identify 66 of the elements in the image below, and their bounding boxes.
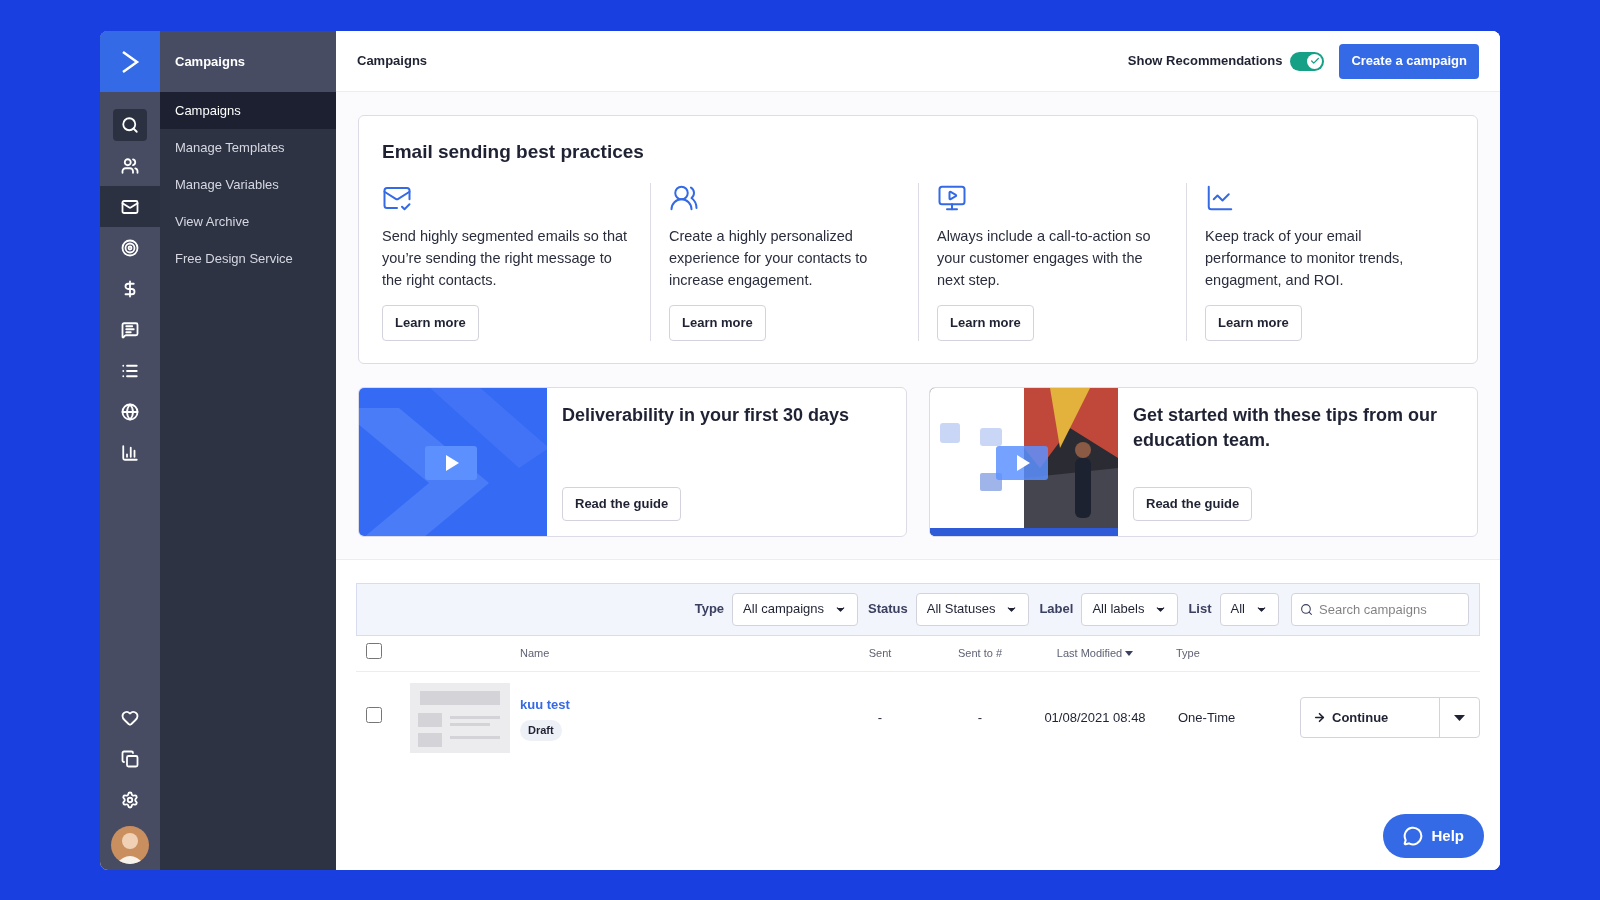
column-header[interactable]: Name xyxy=(520,644,830,662)
chevron-logo-icon xyxy=(120,49,140,74)
submenu-item[interactable]: View Archive xyxy=(160,203,336,240)
guide-title: Deliverability in your first 30 days xyxy=(562,403,850,427)
row-checkbox[interactable] xyxy=(366,706,382,723)
help-button[interactable]: Help xyxy=(1383,814,1484,858)
search-field[interactable]: Search campaigns xyxy=(1291,592,1469,626)
sent-cell-text: - xyxy=(876,708,884,727)
continue-button[interactable]: Continue xyxy=(1301,698,1439,737)
toggle-label: Show Recommendations xyxy=(1127,52,1283,71)
tip-text: Keep track of your email performance to monitor trends, engagment, and ROI. xyxy=(1205,226,1405,290)
learn-more-button[interactable]: Learn more xyxy=(1205,304,1302,341)
learn-more-button[interactable]: Learn more xyxy=(937,304,1034,341)
settings-icon xyxy=(121,790,139,809)
mail-icon xyxy=(121,197,139,216)
submenu-item[interactable]: Free Design Service xyxy=(160,240,336,277)
filter-dropdown[interactable]: All Statuses xyxy=(915,592,1030,626)
filter-label: Label xyxy=(1039,600,1074,619)
filter-label: Type xyxy=(694,600,725,619)
sort-caret-icon xyxy=(1125,650,1134,656)
caret-icon xyxy=(1454,714,1465,721)
avatar[interactable] xyxy=(111,826,149,864)
search-icon xyxy=(1300,602,1313,616)
submenu-title: Campaigns xyxy=(175,52,246,71)
guide-title: Get started with these tips from our education team. xyxy=(1133,403,1439,452)
type-cell-text: One-Time xyxy=(1177,708,1237,727)
status-badge: Draft xyxy=(520,720,562,741)
chat-icon xyxy=(121,320,139,339)
filter-label: Status xyxy=(868,600,908,619)
tip-text: Create a highly personalized experience for your contacts to increase engagement. xyxy=(669,226,869,290)
copy-icon xyxy=(121,749,139,768)
card-title: Email sending best practices xyxy=(382,140,645,164)
heart-icon xyxy=(121,708,139,727)
contacts-icon xyxy=(121,156,139,175)
recommendations-toggle[interactable] xyxy=(1290,51,1325,71)
submenu-item[interactable]: Manage Templates xyxy=(160,129,336,166)
campaign-link[interactable]: kuu test xyxy=(520,694,570,714)
learn-more-button[interactable]: Learn more xyxy=(382,304,479,341)
learn-more-button[interactable]: Learn more xyxy=(669,304,766,341)
column-header[interactable]: Last Modified xyxy=(1030,644,1160,662)
page-title: Campaigns xyxy=(357,52,428,71)
filter-dropdown[interactable]: All campaigns xyxy=(732,592,859,626)
filter-label: List xyxy=(1188,600,1212,619)
globe-icon xyxy=(121,402,139,421)
arrow-right-icon xyxy=(1313,711,1326,724)
submenu-item[interactable]: Campaigns xyxy=(160,92,336,129)
read-guide-button[interactable]: Read the guide xyxy=(1133,486,1253,521)
target-icon xyxy=(121,238,139,257)
column-header[interactable]: Sent xyxy=(830,644,930,662)
modified-cell-text: 01/08/2021 08:48 xyxy=(1043,708,1147,727)
filter-dropdown[interactable]: All xyxy=(1219,592,1279,626)
create-campaign-button[interactable]: Create a campaign xyxy=(1339,43,1479,79)
tip-text: Always include a call-to-action so your customer engages with the next step. xyxy=(937,226,1152,290)
column-header[interactable]: Type xyxy=(1160,644,1260,662)
submenu-item[interactable]: Manage Variables xyxy=(160,166,336,203)
read-guide-button[interactable]: Read the guide xyxy=(562,486,682,521)
select-all-checkbox[interactable] xyxy=(366,642,382,659)
chat-bubble-icon xyxy=(1403,826,1424,846)
bar-chart-icon xyxy=(121,443,139,462)
check-icon xyxy=(1309,56,1320,66)
search-icon xyxy=(121,115,139,134)
sent-to-cell-text: - xyxy=(976,708,984,727)
column-header[interactable]: Sent to # xyxy=(930,644,1030,662)
tip-text: Send highly segmented emails so that you’re sending the right message to the right contacts. xyxy=(382,226,629,290)
rail-button[interactable] xyxy=(100,186,160,227)
filter-dropdown[interactable]: All labels xyxy=(1081,592,1179,626)
